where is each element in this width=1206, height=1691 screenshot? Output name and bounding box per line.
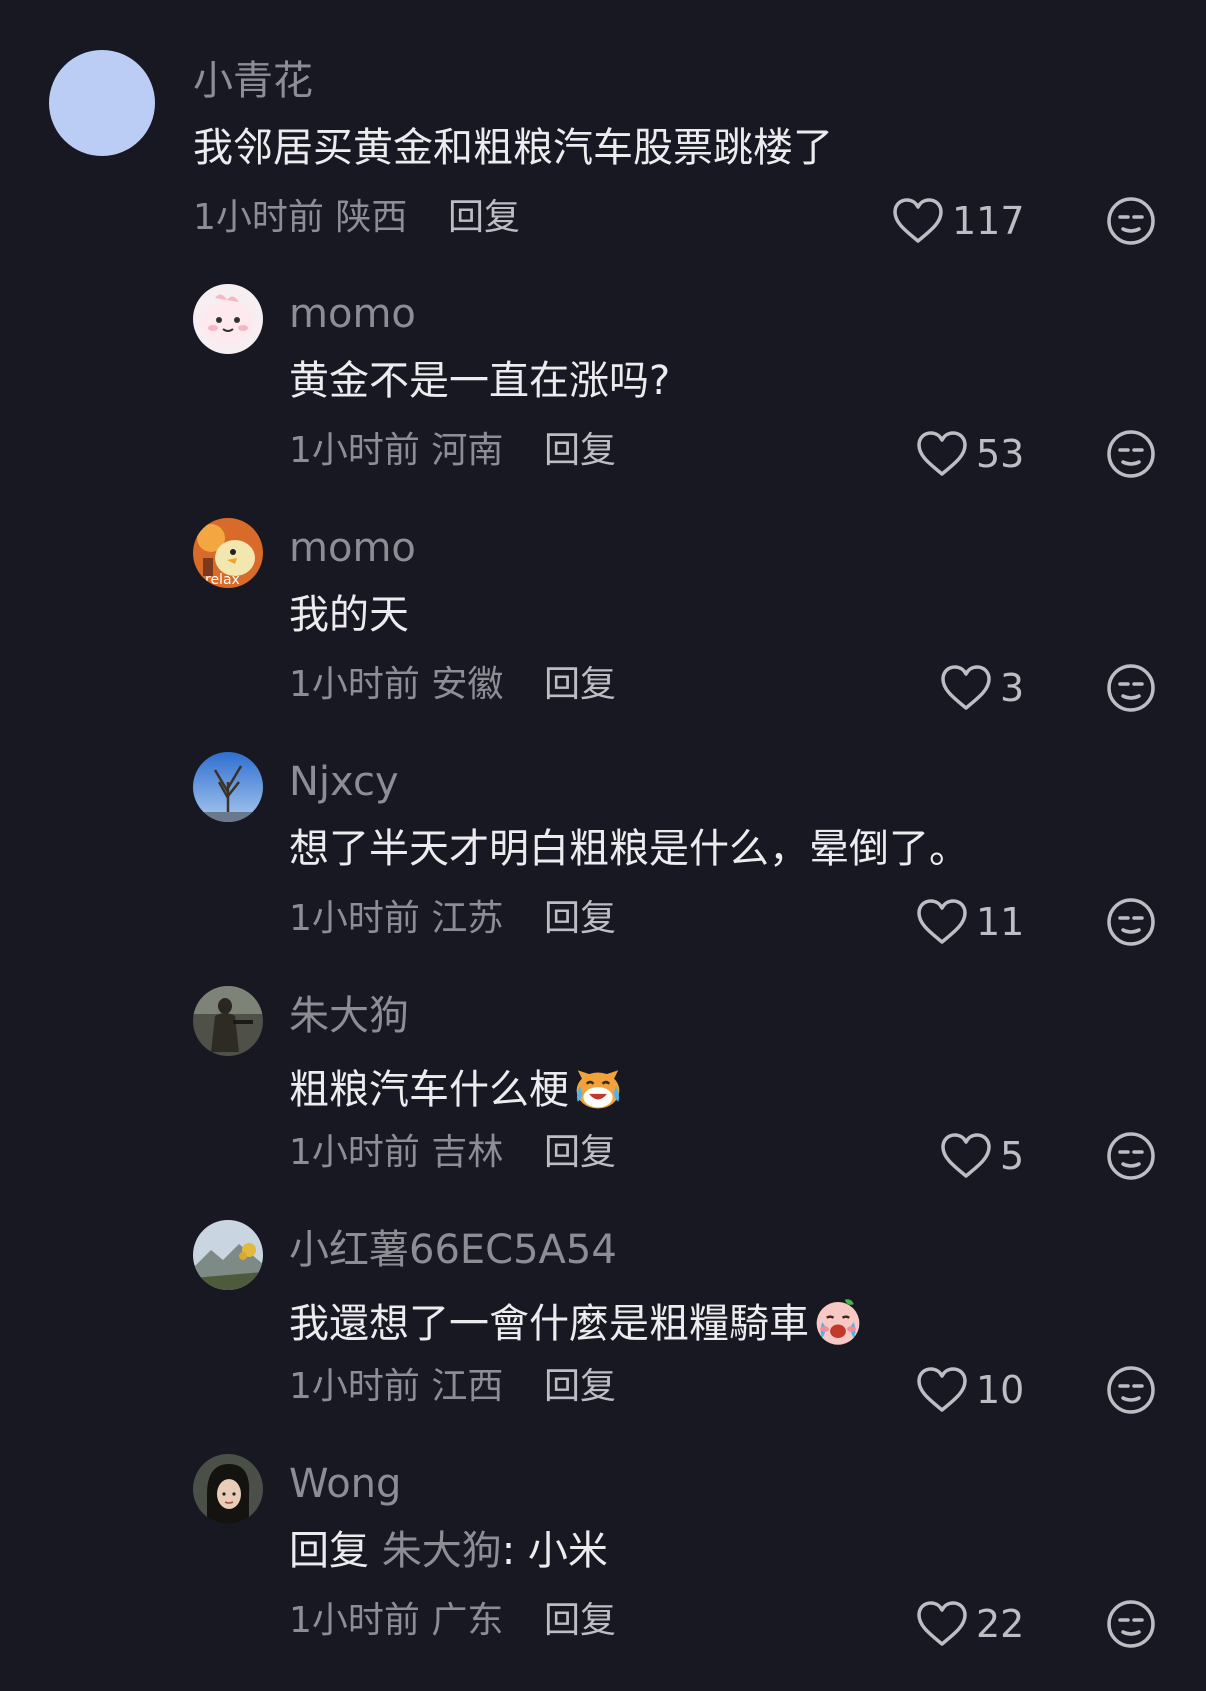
comment-item: 小青花 我邻居买黄金和粗粮汽车股票跳楼了 1小时前 陕西 回复 117 xyxy=(0,0,1206,250)
username[interactable]: momo xyxy=(289,524,416,572)
timestamp: 1小时前 xyxy=(289,664,420,705)
username[interactable]: Wong xyxy=(289,1460,401,1508)
comment-text[interactable]: 我還想了一會什麼是粗糧騎車 xyxy=(289,1293,865,1348)
username[interactable]: momo xyxy=(289,290,416,338)
comment-text[interactable]: 我邻居买黄金和粗粮汽车股票跳楼了 xyxy=(193,124,833,172)
unamused-face-icon[interactable] xyxy=(1106,1131,1156,1181)
unamused-face-icon[interactable] xyxy=(1106,196,1156,246)
region: 江西 xyxy=(431,1366,504,1407)
heart-icon xyxy=(917,431,967,476)
unamused-face-icon[interactable] xyxy=(1106,1599,1156,1649)
avatar[interactable] xyxy=(193,986,263,1056)
reply-comment-item: relax momo 我的天 1小时前 安徽 回复 3 xyxy=(0,514,1206,724)
avatar[interactable]: relax xyxy=(193,518,263,588)
region: 安徽 xyxy=(431,664,504,705)
comment-text[interactable]: 粗粮汽车什么梗 xyxy=(289,1059,625,1114)
like-button[interactable]: 22 xyxy=(916,1596,1024,1652)
pink-bunny-avatar xyxy=(193,284,263,354)
avatar[interactable] xyxy=(193,1454,263,1524)
reply-button[interactable]: 回复 xyxy=(448,196,520,240)
crying-face-emoji xyxy=(816,1299,860,1345)
comment-meta: 1小时前 陕西 xyxy=(193,196,407,240)
soldier-photo-avatar xyxy=(193,986,263,1056)
reply-comment-item: Wong 回复 朱大狗: 小米 1小时前 广东 回复 22 xyxy=(0,1450,1206,1680)
avatar[interactable] xyxy=(193,284,263,354)
avatar[interactable] xyxy=(193,752,263,822)
unamused-face-icon[interactable] xyxy=(1106,429,1156,479)
reply-button[interactable]: 回复 xyxy=(544,663,616,707)
unamused-face-icon[interactable] xyxy=(1106,663,1156,713)
like-count: 53 xyxy=(976,432,1025,476)
unamused-face-icon[interactable] xyxy=(1106,897,1156,947)
heart-icon xyxy=(917,1367,967,1412)
username[interactable]: 朱大狗 xyxy=(289,992,409,1040)
like-count: 11 xyxy=(976,900,1025,944)
like-button[interactable]: 11 xyxy=(916,894,1024,950)
username[interactable]: 小红薯66EC5A54 xyxy=(289,1226,617,1274)
comment-meta: 1小时前 广东 xyxy=(289,1599,503,1643)
reply-comment-item: 朱大狗 粗粮汽车什么梗 1小时前 吉林 回复 5 xyxy=(0,982,1206,1192)
heart-icon xyxy=(941,1133,991,1178)
comment-meta: 1小时前 吉林 xyxy=(289,1131,503,1175)
comment-body: : 小米 xyxy=(501,1528,608,1574)
comment-meta: 1小时前 安徽 xyxy=(289,663,503,707)
timestamp: 1小时前 xyxy=(289,1366,420,1407)
reply-prefix: 回复 xyxy=(289,1528,369,1574)
like-count: 10 xyxy=(976,1368,1025,1412)
like-button[interactable]: 53 xyxy=(916,426,1024,482)
reply-button[interactable]: 回复 xyxy=(544,1365,616,1409)
avatar-label: relax xyxy=(205,572,240,588)
reply-button[interactable]: 回复 xyxy=(544,897,616,941)
like-count: 22 xyxy=(976,1602,1025,1646)
relax-duck-avatar: relax xyxy=(193,518,263,588)
avatar[interactable] xyxy=(193,1220,263,1290)
mention-link[interactable]: 朱大狗 xyxy=(382,1528,502,1574)
username[interactable]: 小青花 xyxy=(193,57,313,105)
timestamp: 1小时前 xyxy=(289,898,420,939)
comment-text[interactable]: 黄金不是一直在涨吗? xyxy=(289,357,670,405)
reply-comment-item: Njxcy 想了半天才明白粗粮是什么，晕倒了。 1小时前 江苏 回复 11 xyxy=(0,748,1206,958)
reply-button[interactable]: 回复 xyxy=(544,429,616,473)
timestamp: 1小时前 xyxy=(289,1600,420,1641)
like-button[interactable]: 117 xyxy=(892,193,1025,249)
reply-button[interactable]: 回复 xyxy=(544,1131,616,1175)
comment-text[interactable]: 回复 朱大狗: 小米 xyxy=(289,1527,608,1575)
region: 江苏 xyxy=(431,898,504,939)
comment-text[interactable]: 想了半天才明白粗粮是什么，晕倒了。 xyxy=(289,825,969,873)
like-button[interactable]: 5 xyxy=(940,1128,1024,1184)
like-button[interactable]: 3 xyxy=(940,660,1024,716)
heart-icon xyxy=(917,899,967,944)
comment-body: 粗粮汽车什么梗 xyxy=(289,1067,569,1113)
reply-button[interactable]: 回复 xyxy=(544,1599,616,1643)
heart-icon xyxy=(893,198,943,243)
region: 河南 xyxy=(431,430,504,471)
timestamp: 1小时前 xyxy=(289,1132,420,1173)
username[interactable]: Njxcy xyxy=(289,758,399,806)
reply-comment-item: momo 黄金不是一直在涨吗? 1小时前 河南 回复 53 xyxy=(0,280,1206,490)
comment-text[interactable]: 我的天 xyxy=(289,591,409,639)
comment-meta: 1小时前 江苏 xyxy=(289,897,503,941)
timestamp: 1小时前 xyxy=(193,197,324,238)
like-count: 117 xyxy=(952,199,1025,243)
timestamp: 1小时前 xyxy=(289,430,420,471)
unamused-face-icon[interactable] xyxy=(1106,1365,1156,1415)
woman-portrait-avatar xyxy=(193,1454,263,1524)
tree-sky-avatar xyxy=(193,752,263,822)
region: 吉林 xyxy=(431,1132,504,1173)
crying-laughing-cat-emoji xyxy=(576,1070,620,1109)
region: 广东 xyxy=(431,1600,504,1641)
region: 陕西 xyxy=(335,197,408,238)
like-count: 5 xyxy=(1000,1134,1025,1178)
comment-meta: 1小时前 河南 xyxy=(289,429,503,473)
heart-icon xyxy=(941,665,991,710)
heart-icon xyxy=(917,1601,967,1646)
mountain-landscape-avatar xyxy=(193,1220,263,1290)
like-count: 3 xyxy=(1000,666,1025,710)
like-button[interactable]: 10 xyxy=(916,1362,1024,1418)
comment-body: 我還想了一會什麼是粗糧騎車 xyxy=(289,1301,809,1347)
avatar[interactable] xyxy=(49,50,155,156)
reply-comment-item: 小红薯66EC5A54 我還想了一會什麼是粗糧騎車 1小时前 江西 回复 10 xyxy=(0,1216,1206,1426)
comment-meta: 1小时前 江西 xyxy=(289,1365,503,1409)
